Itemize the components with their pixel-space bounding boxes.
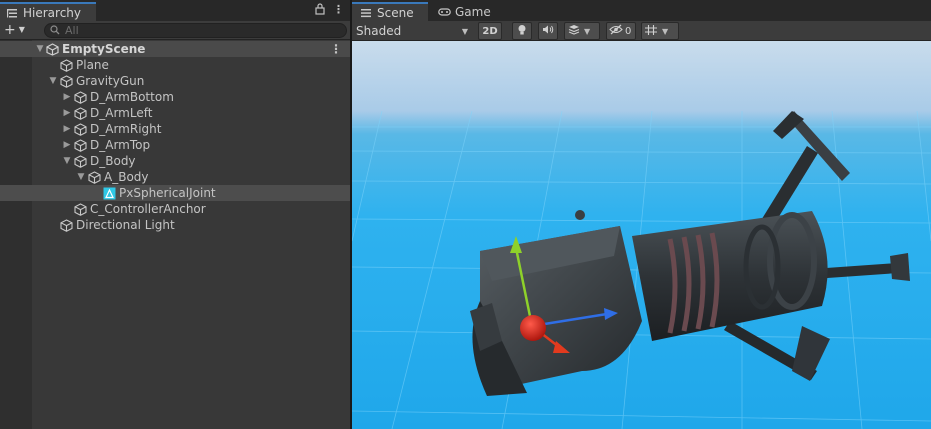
list-item[interactable]: PxSphericalJoint bbox=[0, 185, 350, 201]
tab-game[interactable]: Game bbox=[430, 2, 500, 21]
list-item-label: GravityGun bbox=[76, 74, 145, 88]
cube-icon bbox=[74, 122, 87, 136]
light-icon bbox=[517, 24, 527, 39]
lock-icon[interactable] bbox=[315, 3, 325, 18]
shading-mode-value: Shaded bbox=[356, 24, 402, 38]
tab-scene[interactable]: Scene bbox=[352, 2, 428, 21]
gravity-gun-model bbox=[470, 111, 910, 396]
chevron-down-icon: ▼ bbox=[461, 26, 468, 36]
effects-dropdown[interactable]: ▼ bbox=[564, 22, 600, 40]
cube-icon bbox=[88, 170, 101, 184]
create-button[interactable]: + ▼ bbox=[4, 23, 25, 37]
scene-row[interactable]: ▼ EmptyScene ⋮ bbox=[0, 41, 350, 57]
search-icon bbox=[50, 24, 60, 38]
search-field[interactable]: All bbox=[44, 23, 347, 38]
cube-icon bbox=[74, 106, 87, 120]
scene-menu-icon[interactable]: ⋮ bbox=[330, 42, 342, 56]
scene-tabbar: Scene Game bbox=[352, 0, 931, 21]
scene-render bbox=[352, 110, 931, 429]
tab-game-label: Game bbox=[455, 4, 491, 19]
cube-icon bbox=[74, 154, 87, 168]
list-item[interactable]: Directional Light bbox=[0, 217, 350, 233]
list-item[interactable]: ▶ D_ArmTop bbox=[0, 137, 350, 153]
hierarchy-tree: ▼ EmptyScene ⋮ Plane ▼ GravityGun ▶ D_Ar… bbox=[0, 40, 350, 429]
audio-toggle-button[interactable] bbox=[538, 22, 558, 40]
cube-icon bbox=[74, 138, 87, 152]
search-placeholder: All bbox=[65, 24, 79, 37]
list-item[interactable]: ▶ D_ArmRight bbox=[0, 121, 350, 137]
tab-hierarchy[interactable]: Hierarchy bbox=[0, 2, 96, 21]
list-item-label: D_ArmTop bbox=[90, 138, 151, 152]
shading-mode-dropdown[interactable]: Shaded ▼ bbox=[355, 23, 472, 39]
tab-scene-label: Scene bbox=[377, 5, 414, 20]
list-item[interactable]: ▼ A_Body bbox=[0, 169, 350, 185]
cube-icon bbox=[60, 58, 73, 72]
list-item-label: D_ArmBottom bbox=[90, 90, 174, 104]
list-item[interactable]: Plane bbox=[0, 57, 350, 73]
list-item-label: D_ArmRight bbox=[90, 122, 162, 136]
cube-icon bbox=[60, 74, 73, 88]
list-item-label: Directional Light bbox=[76, 218, 175, 232]
list-item-label: PxSphericalJoint bbox=[119, 186, 216, 200]
scene-toolbar: Shaded ▼ 2D ▼ 0 ▼ bbox=[352, 21, 931, 41]
expand-arrow-icon[interactable]: ▶ bbox=[61, 140, 73, 150]
effects-icon bbox=[568, 24, 580, 38]
cube-icon bbox=[60, 218, 73, 232]
list-item[interactable]: ▶ D_ArmBottom bbox=[0, 89, 350, 105]
list-item-label: C_ControllerAnchor bbox=[90, 202, 206, 216]
scene-visibility-toggle[interactable]: 0 bbox=[606, 22, 636, 40]
list-item-label: Plane bbox=[76, 58, 109, 72]
scene-icon bbox=[360, 7, 372, 19]
fold-arrow-icon[interactable]: ▼ bbox=[61, 156, 73, 166]
visibility-icon bbox=[609, 24, 623, 38]
hierarchy-icon bbox=[6, 7, 18, 19]
toggle-2d-label: 2D bbox=[482, 25, 498, 37]
cube-icon bbox=[74, 202, 87, 216]
cube-icon bbox=[74, 90, 87, 104]
chevron-down-icon: ▼ bbox=[662, 26, 669, 36]
menu-icon[interactable]: ⋮ bbox=[333, 3, 344, 18]
hierarchy-toolbar: + ▼ All bbox=[0, 21, 350, 40]
game-icon bbox=[438, 6, 451, 18]
fold-arrow-icon[interactable]: ▼ bbox=[34, 44, 46, 54]
unity-scene-icon bbox=[46, 42, 59, 56]
hidden-count: 0 bbox=[625, 25, 632, 37]
audio-icon bbox=[542, 24, 554, 38]
scene-viewport[interactable] bbox=[352, 41, 931, 429]
toggle-2d-button[interactable]: 2D bbox=[478, 22, 502, 40]
plus-icon: + bbox=[4, 22, 16, 38]
scene-panel: Scene Game Shaded ▼ 2D ▼ 0 ▼ bbox=[352, 0, 931, 429]
chevron-down-icon: ▼ bbox=[584, 26, 591, 36]
expand-arrow-icon[interactable]: ▶ bbox=[61, 92, 73, 102]
hierarchy-tabbar: Hierarchy ⋮ bbox=[0, 0, 350, 21]
list-item-label: D_Body bbox=[90, 154, 136, 168]
fold-arrow-icon[interactable]: ▼ bbox=[75, 172, 87, 182]
list-item[interactable]: ▶ D_ArmLeft bbox=[0, 105, 350, 121]
list-item-label: A_Body bbox=[104, 170, 149, 184]
grid-dropdown[interactable]: ▼ bbox=[641, 22, 679, 40]
lighting-toggle-button[interactable] bbox=[512, 22, 532, 40]
hierarchy-panel: Hierarchy ⋮ + ▼ All ▼ EmptyScene ⋮ Plane… bbox=[0, 0, 350, 429]
hierarchy-tab-controls: ⋮ bbox=[315, 3, 344, 18]
expand-arrow-icon[interactable]: ▶ bbox=[61, 124, 73, 134]
list-item[interactable]: ▼ D_Body bbox=[0, 153, 350, 169]
fold-arrow-icon[interactable]: ▼ bbox=[47, 76, 59, 86]
expand-arrow-icon[interactable]: ▶ bbox=[61, 108, 73, 118]
list-item[interactable]: C_ControllerAnchor bbox=[0, 201, 350, 217]
grid-icon bbox=[644, 24, 658, 39]
list-item[interactable]: ▼ GravityGun bbox=[0, 73, 350, 89]
scene-name: EmptyScene bbox=[62, 42, 146, 56]
list-item-label: D_ArmLeft bbox=[90, 106, 153, 120]
chevron-down-icon: ▼ bbox=[18, 25, 25, 34]
joint-icon bbox=[103, 187, 116, 200]
tab-hierarchy-label: Hierarchy bbox=[23, 5, 82, 20]
